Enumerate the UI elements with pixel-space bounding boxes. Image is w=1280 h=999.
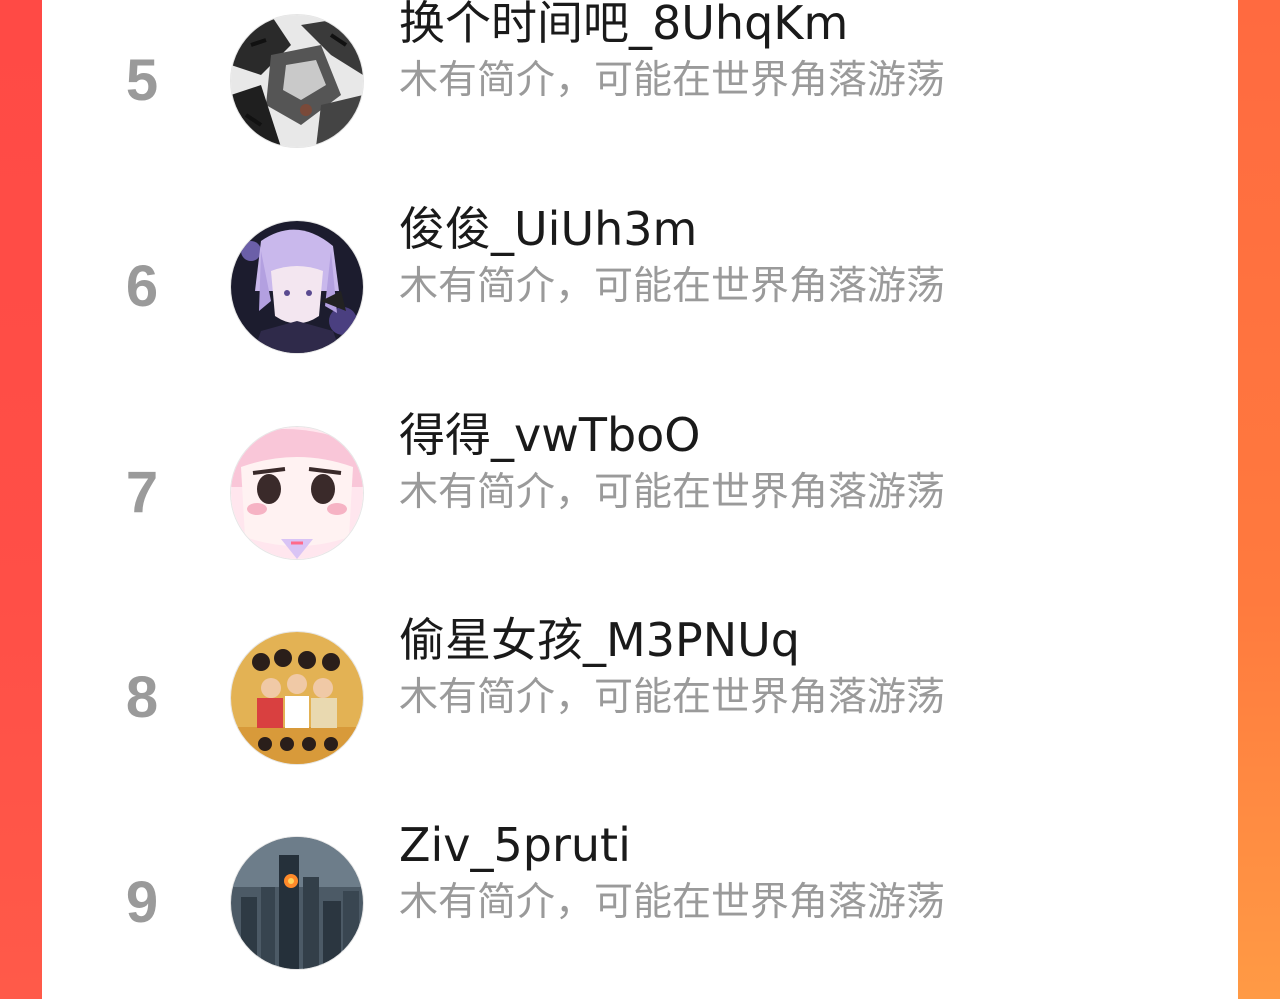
ranking-list-panel: 5 换个时间吧_8UhqKm 木有简介，可能在世界角落游荡 6 俊俊_UiUh3… xyxy=(42,0,1238,999)
user-avatar[interactable] xyxy=(231,221,363,353)
ranking-list-item[interactable]: 9 Ziv_5pruti 木有简介，可能在世界角落游荡 xyxy=(42,808,1238,998)
city-skyline-avatar-icon xyxy=(231,837,363,969)
right-background-edge xyxy=(1238,0,1280,999)
user-bio: 木有简介，可能在世界角落游荡 xyxy=(399,675,946,720)
user-name[interactable]: 偷星女孩_M3PNUq xyxy=(399,615,800,666)
user-name[interactable]: 得得_vwTboO xyxy=(399,410,701,461)
rank-number: 9 xyxy=(125,870,159,935)
rank-number: 5 xyxy=(125,48,159,113)
ranking-list-item[interactable]: 8 偷星女孩_M3PNUq 木有简介，可能在世界角落游荡 xyxy=(42,603,1238,793)
rank-number: 8 xyxy=(125,665,159,730)
user-name[interactable]: 俊俊_UiUh3m xyxy=(399,204,697,255)
user-avatar[interactable] xyxy=(231,837,363,969)
ranking-list-item[interactable]: 7 得得_vwTboO 木有简介，可能在世界角落游荡 xyxy=(42,398,1238,588)
left-background-edge xyxy=(0,0,42,999)
user-bio: 木有简介，可能在世界角落游荡 xyxy=(399,58,946,103)
pink-cartoon-girl-avatar-icon xyxy=(231,427,363,559)
user-bio: 木有简介，可能在世界角落游荡 xyxy=(399,264,946,309)
rank-number: 7 xyxy=(125,460,159,525)
user-name[interactable]: 换个时间吧_8UhqKm xyxy=(399,0,848,49)
ranking-list-item[interactable]: 6 俊俊_UiUh3m 木有简介，可能在世界角落游荡 xyxy=(42,192,1238,382)
anime-silver-hair-avatar-icon xyxy=(231,221,363,353)
user-avatar[interactable] xyxy=(231,15,363,147)
rank-number: 6 xyxy=(125,254,159,319)
user-bio: 木有简介，可能在世界角落游荡 xyxy=(399,880,946,925)
user-avatar[interactable] xyxy=(231,427,363,559)
group-photo-avatar-icon xyxy=(231,632,363,764)
anime-warrior-avatar-icon xyxy=(231,15,363,147)
user-name[interactable]: Ziv_5pruti xyxy=(399,820,631,871)
ranking-list-item[interactable]: 5 换个时间吧_8UhqKm 木有简介，可能在世界角落游荡 xyxy=(42,0,1238,176)
user-avatar[interactable] xyxy=(231,632,363,764)
user-bio: 木有简介，可能在世界角落游荡 xyxy=(399,470,946,515)
